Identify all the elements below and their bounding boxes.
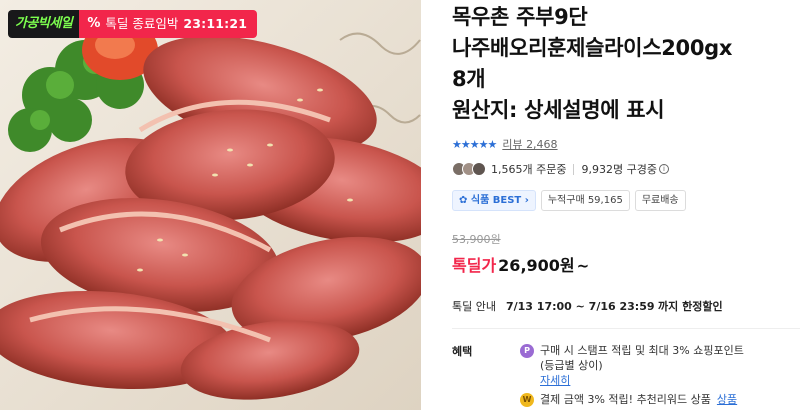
rating-row: ★★★★★ 리뷰 2,468 — [452, 136, 800, 152]
benefit-text: 결제 금액 3% 적립! 추천리워드 상품 — [540, 393, 711, 406]
tag-label: 식품 BEST — [470, 195, 522, 206]
free-shipping-tag: 무료배송 — [634, 190, 686, 211]
price-suffix: ~ — [576, 257, 590, 275]
cumulative-purchase-tag: 누적구매 59,165 — [540, 190, 630, 211]
buyer-avatars — [452, 162, 486, 176]
deal-timer-badge: % 톡딜 종료임박 23:11:21 — [79, 10, 258, 38]
badge-row: 가공빅세일 % 톡딜 종료임박 23:11:21 — [8, 10, 258, 38]
benefit-list: P 구매 시 스탬프 적립 및 최대 3% 쇼핑포인트 (등급별 상이) 자세히… — [520, 343, 744, 407]
review-link[interactable]: 리뷰 2,468 — [502, 136, 557, 152]
benefit-item: W 결제 금액 3% 적립! 추천리워드 상품 상품 — [520, 392, 744, 407]
title-line-2: 나주배오리훈제슬라이스200gx — [452, 36, 733, 60]
point-icon: P — [520, 344, 534, 358]
reward-product-link[interactable]: 상품 — [717, 392, 737, 407]
benefit-item: P 구매 시 스탬프 적립 및 최대 3% 쇼핑포인트 (등급별 상이) 자세히 — [520, 343, 744, 388]
stats-row: 1,565개 주문중 9,932명 구경중 i — [452, 161, 800, 177]
deal-price-label: 톡딜가 — [452, 256, 497, 275]
benefit-text: 구매 시 스탬프 적립 및 최대 3% 쇼핑포인트 — [540, 344, 744, 357]
benefits-label: 혜택 — [452, 345, 473, 358]
original-price: 53,900원 — [452, 233, 501, 246]
reward-coin-icon: W — [520, 393, 534, 407]
sale-brand-badge: 가공빅세일 — [8, 10, 80, 38]
deal-info-row: 톡딜 안내 7/13 17:00 ~ 7/16 23:59 까지 한정할인 — [452, 298, 800, 314]
deal-period: 7/13 17:00 ~ 7/16 23:59 — [505, 299, 655, 313]
title-line-1: 목우촌 주부9단 — [452, 5, 588, 29]
product-info-panel: 목우촌 주부9단 나주배오리훈제슬라이스200gx 8개 원산지: 상세설명에 … — [452, 0, 800, 410]
review-label: 리뷰 — [502, 138, 523, 151]
section-divider — [452, 328, 800, 329]
deal-period-suffix: 까지 한정할인 — [658, 300, 723, 313]
review-count: 2,468 — [526, 138, 558, 151]
deal-ending-text: 톡딜 종료임박 — [105, 16, 179, 31]
benefits-section: 혜택 P 구매 시 스탬프 적립 및 최대 3% 쇼핑포인트 (등급별 상이) … — [452, 343, 800, 407]
product-image[interactable]: 가공빅세일 % 톡딜 종료임박 23:11:21 — [0, 0, 421, 410]
divider — [573, 163, 575, 175]
order-count: 1,565개 주문중 — [491, 163, 567, 176]
deal-price: 26,900원 — [498, 256, 575, 275]
title-line-4: 원산지: 상세설명에 표시 — [452, 98, 665, 122]
title-line-3: 8개 — [452, 67, 486, 91]
deal-info-label: 톡딜 안내 — [452, 300, 496, 313]
details-link[interactable]: 자세히 — [540, 374, 570, 387]
benefit-subtext: (등급별 상이) — [540, 359, 603, 372]
info-icon[interactable]: i — [658, 164, 669, 174]
tags-row: ✿ 식품 BEST › 누적구매 59,165 무료배송 — [452, 190, 800, 211]
price-row: 톡딜가 26,900원 ~ — [452, 252, 800, 276]
food-best-tag[interactable]: ✿ 식품 BEST › — [452, 190, 536, 211]
percent-icon: % — [87, 16, 101, 31]
product-photo — [0, 0, 421, 410]
countdown-timer: 23:11:21 — [183, 16, 248, 31]
viewer-count: 9,932명 구경중 — [581, 163, 657, 176]
product-title: 목우촌 주부9단 나주배오리훈제슬라이스200gx 8개 원산지: 상세설명에 … — [452, 2, 800, 126]
star-rating-icon: ★★★★★ — [452, 137, 497, 151]
avatar — [472, 162, 486, 176]
